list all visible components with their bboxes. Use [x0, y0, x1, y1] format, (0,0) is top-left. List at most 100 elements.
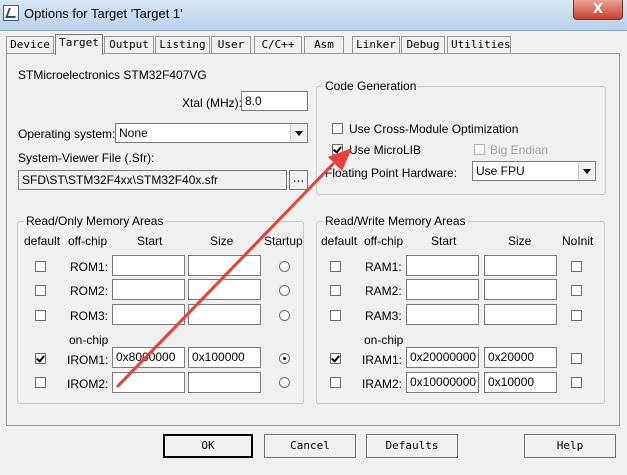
app-icon — [3, 5, 19, 21]
big-endian-checkbox[interactable] — [474, 144, 485, 155]
fph-select-value: Use FPU — [476, 164, 525, 178]
tab-debug[interactable]: Debug — [401, 36, 445, 53]
tab-cpp[interactable]: C/C++ — [254, 36, 302, 53]
tab-asm[interactable]: Asm — [304, 36, 344, 53]
rom2-default-checkbox[interactable] — [35, 285, 46, 296]
ram2-noinit-checkbox[interactable] — [571, 285, 582, 296]
irom1-start-input[interactable]: 0x8000000 — [112, 347, 185, 368]
irom2-label: IROM2: — [67, 377, 109, 391]
help-button[interactable]: Help — [524, 434, 616, 458]
rw-header-default: default — [321, 234, 358, 248]
irom2-default-checkbox[interactable] — [35, 377, 46, 388]
ram2-label: RAM2: — [365, 284, 402, 298]
ro-onchip-label: on-chip — [69, 333, 109, 347]
rw-onchip-label: on-chip — [364, 333, 404, 347]
ram1-label: RAM1: — [365, 260, 402, 274]
ram1-size-input[interactable] — [484, 255, 557, 276]
ram1-default-checkbox[interactable] — [330, 261, 341, 272]
defaults-button[interactable]: Defaults — [366, 434, 458, 458]
iram1-noinit-checkbox[interactable] — [571, 353, 582, 364]
ram3-default-checkbox[interactable] — [330, 310, 341, 321]
iram1-start-input[interactable]: 0x20000000 — [406, 347, 479, 368]
ro-header-size: Size — [210, 234, 234, 248]
rom2-start-input[interactable] — [112, 279, 185, 300]
tab-user[interactable]: User — [211, 36, 251, 53]
rom1-start-input[interactable] — [112, 255, 185, 276]
rom3-size-input[interactable] — [188, 304, 261, 325]
xtal-input[interactable]: 8.0 — [241, 91, 308, 111]
rom3-default-checkbox[interactable] — [35, 310, 46, 321]
rw-header-noinit: NoInit — [562, 234, 594, 248]
title-bar: Options for Target 'Target 1' X — [0, 0, 627, 31]
rom1-startup-radio[interactable] — [279, 261, 290, 272]
rw-memory-title: Read/Write Memory Areas — [323, 214, 468, 228]
iram1-default-checkbox[interactable] — [330, 353, 341, 364]
ram1-noinit-checkbox[interactable] — [571, 261, 582, 272]
iram2-start-input[interactable]: 0x10000000 — [406, 372, 479, 393]
code-generation-title: Code Generation — [323, 79, 419, 93]
tab-strip: Device Target Output Listing User C/C++ … — [6, 34, 621, 55]
irom2-startup-radio[interactable] — [279, 377, 290, 388]
ram3-label: RAM3: — [365, 309, 402, 323]
ok-button[interactable]: OK — [163, 434, 253, 458]
iram2-label: IRAM2: — [362, 377, 403, 391]
ro-header-default: default — [24, 234, 61, 248]
svd-path-field[interactable]: SFD\ST\STM32F4xx\STM32F40x.sfr — [18, 170, 287, 190]
os-label: Operating system: — [18, 127, 116, 141]
rw-header-size: Size — [508, 234, 532, 248]
rom2-startup-radio[interactable] — [279, 285, 290, 296]
ram3-noinit-checkbox[interactable] — [571, 310, 582, 321]
rom2-size-input[interactable] — [188, 279, 261, 300]
ram1-start-input[interactable] — [406, 255, 479, 276]
irom1-startup-radio[interactable] — [279, 353, 290, 364]
rom1-default-checkbox[interactable] — [35, 261, 46, 272]
rom1-label: ROM1: — [70, 260, 109, 274]
fph-select[interactable]: Use FPU — [472, 161, 596, 181]
iram2-default-checkbox[interactable] — [330, 377, 341, 388]
iram2-size-input[interactable]: 0x10000 — [484, 372, 557, 393]
tab-linker[interactable]: Linker — [352, 36, 400, 53]
os-select-value: None — [119, 126, 148, 140]
microlib-label: Use MicroLIB — [349, 143, 422, 157]
cancel-button[interactable]: Cancel — [264, 434, 356, 458]
microlib-checkbox[interactable] — [332, 144, 343, 155]
ram3-size-input[interactable] — [484, 304, 557, 325]
rom3-startup-radio[interactable] — [279, 310, 290, 321]
cross-module-checkbox[interactable] — [332, 123, 343, 134]
tab-listing[interactable]: Listing — [155, 36, 210, 53]
rom2-label: ROM2: — [70, 284, 109, 298]
device-name: STMicroelectronics STM32F407VG — [18, 68, 207, 82]
rom3-start-input[interactable] — [112, 304, 185, 325]
ram2-start-input[interactable] — [406, 279, 479, 300]
xtal-label: Xtal (MHz): — [182, 96, 242, 110]
os-select[interactable]: None — [115, 123, 308, 143]
big-endian-label: Big Endian — [490, 143, 549, 157]
irom2-start-input[interactable] — [112, 372, 185, 393]
ro-header-start: Start — [137, 234, 163, 248]
chevron-down-icon — [578, 163, 594, 179]
ram3-start-input[interactable] — [406, 304, 479, 325]
iram1-label: IRAM1: — [362, 353, 403, 367]
ro-memory-title: Read/Only Memory Areas — [24, 214, 166, 228]
iram1-size-input[interactable]: 0x20000 — [484, 347, 557, 368]
irom2-size-input[interactable] — [188, 372, 261, 393]
ro-header-startup: Startup — [264, 234, 303, 248]
irom1-size-input[interactable]: 0x100000 — [188, 347, 261, 368]
fph-label: Floating Point Hardware: — [325, 166, 458, 180]
ram2-default-checkbox[interactable] — [330, 285, 341, 296]
chevron-down-icon — [290, 125, 306, 141]
ro-header-offchip: off-chip — [68, 234, 108, 248]
cross-module-label: Use Cross-Module Optimization — [349, 122, 519, 136]
tab-utilities[interactable]: Utilities — [447, 36, 511, 53]
iram2-noinit-checkbox[interactable] — [571, 377, 582, 388]
tab-device[interactable]: Device — [6, 36, 54, 53]
close-button[interactable]: X — [573, 0, 623, 20]
irom1-default-checkbox[interactable] — [35, 353, 46, 364]
svd-browse-button[interactable]: ... — [289, 170, 308, 190]
tab-target[interactable]: Target — [55, 34, 103, 55]
rw-header-offchip: off-chip — [364, 234, 404, 248]
rom1-size-input[interactable] — [188, 255, 261, 276]
irom1-label: IROM1: — [67, 353, 109, 367]
ram2-size-input[interactable] — [484, 279, 557, 300]
tab-output[interactable]: Output — [104, 36, 154, 53]
